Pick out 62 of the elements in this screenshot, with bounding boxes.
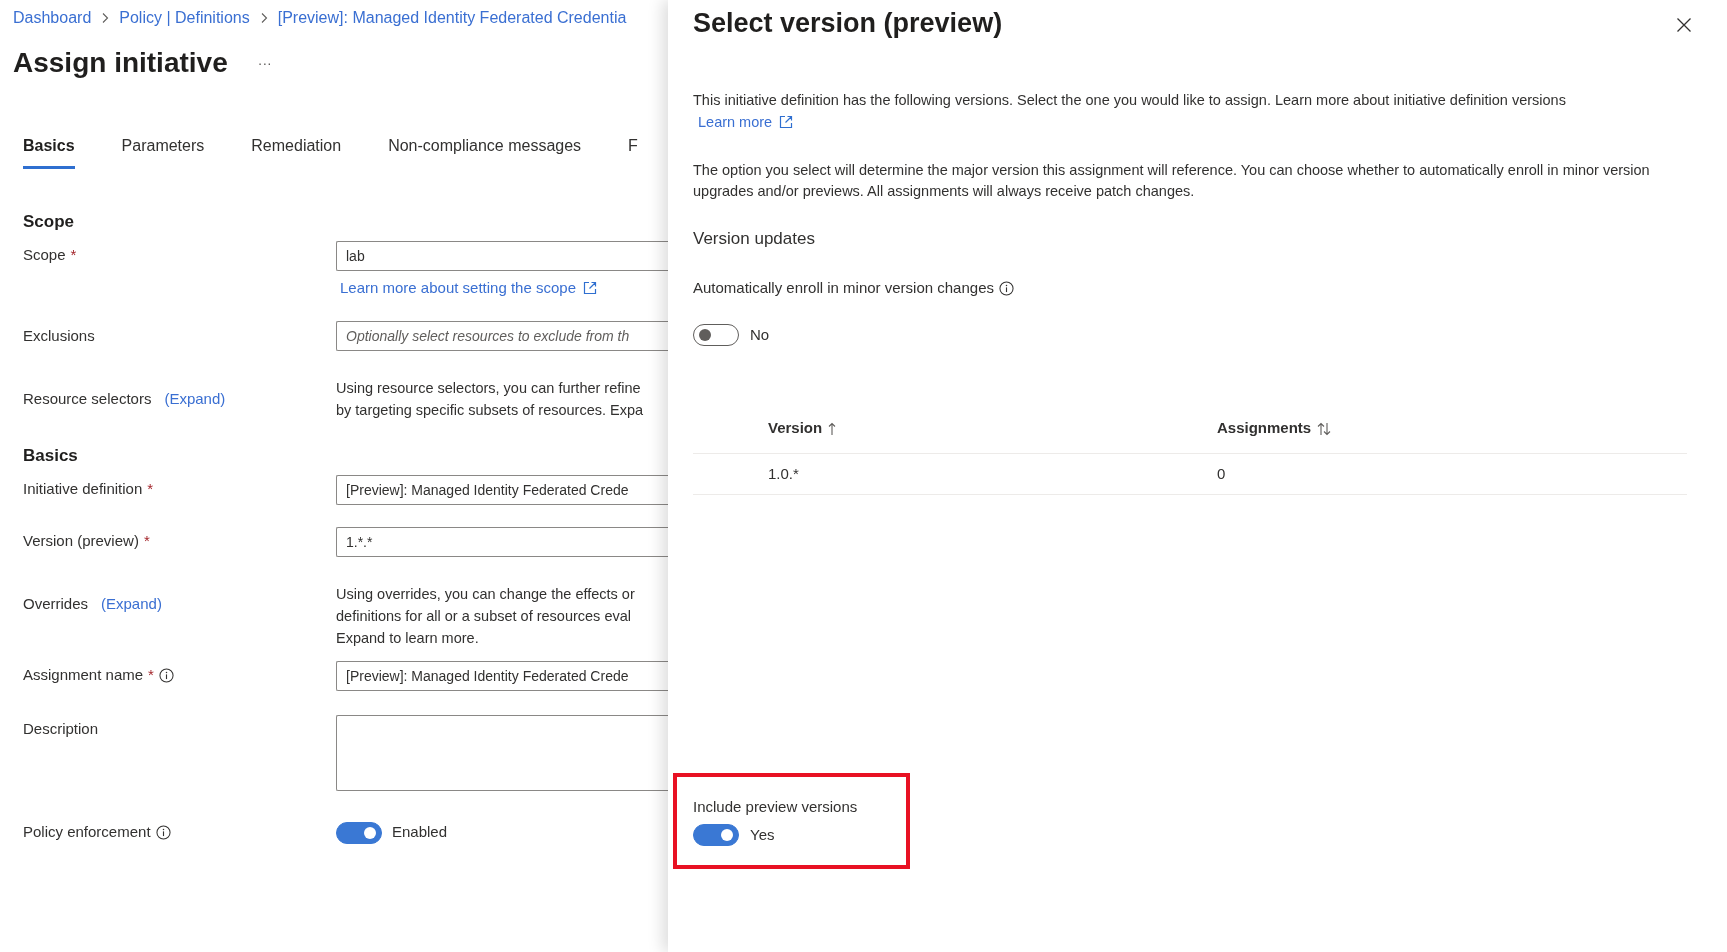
required-mark: * xyxy=(148,665,154,686)
section-heading: Basics xyxy=(22,445,79,467)
input-field[interactable]: [Preview]: Managed Identity Federated Crede xyxy=(336,474,668,505)
toggle-label: Enabled xyxy=(392,822,448,843)
toggle-label: Automatically enroll in minor version changes xyxy=(693,278,994,298)
chevron-icon xyxy=(100,12,111,24)
toggle-state: Yes xyxy=(750,824,775,845)
tab[interactable]: F xyxy=(628,134,638,169)
field-label: Description xyxy=(23,719,99,740)
section-heading: Scope xyxy=(22,211,76,233)
info-icon[interactable] xyxy=(158,668,174,683)
learn-more-link[interactable]: Learn more xyxy=(698,110,794,133)
tab[interactable]: Parameters xyxy=(121,134,205,169)
toggle-switch[interactable] xyxy=(693,323,739,346)
input-field[interactable]: [Preview]: Managed Identity Federated Crede xyxy=(336,660,668,691)
close-icon[interactable] xyxy=(1676,17,1692,33)
breadcrumb-link[interactable]: Dashboard xyxy=(13,6,92,30)
expand-link[interactable]: (Expand) xyxy=(164,387,226,411)
external-link-icon xyxy=(779,114,794,129)
toggle-state: No xyxy=(750,324,770,345)
breadcrumb-link[interactable]: Policy | Definitions xyxy=(119,6,250,30)
external-link-icon xyxy=(583,280,597,295)
field-label: Policy enforcement xyxy=(23,822,151,843)
toggle-switch[interactable] xyxy=(693,823,739,846)
toggle-label: Include preview versions xyxy=(693,797,859,817)
description-text: Using resource selectors, you can further refine by targeting specific subsets of resources. Expa xyxy=(336,379,645,420)
tab[interactable]: Basics xyxy=(23,134,75,169)
required-mark: * xyxy=(147,479,154,500)
field-label: Initiative definition xyxy=(23,479,143,500)
more-button[interactable]: ··· xyxy=(257,52,272,74)
info-icon[interactable] xyxy=(155,825,171,840)
page-title: Assign initiative xyxy=(13,46,228,80)
sort-icon xyxy=(1317,421,1332,436)
table-cell: 1.0.* xyxy=(768,465,799,482)
field-label: Exclusions xyxy=(23,325,95,346)
field-label: Assignment name xyxy=(23,665,144,686)
table-cell: 0 xyxy=(1217,465,1226,482)
input-field[interactable]: lab xyxy=(336,240,668,271)
field-label: Version (preview) xyxy=(23,531,139,552)
tab[interactable]: Remediation xyxy=(251,134,342,169)
column-header[interactable]: Assignments xyxy=(1217,417,1312,440)
field-label: Overrides xyxy=(23,594,89,615)
learn-more-link[interactable]: Learn more about setting the scope xyxy=(340,276,597,299)
description-field[interactable] xyxy=(336,714,668,791)
required-mark: * xyxy=(143,531,150,552)
tab[interactable]: Non-compliance messages xyxy=(388,134,582,169)
field-label: Resource selectors xyxy=(23,388,152,409)
sort-up-icon xyxy=(828,421,837,436)
input-field[interactable]: 1.*.* xyxy=(336,526,668,557)
input-field[interactable]: Optionally select resources to exclude from th xyxy=(336,321,668,351)
breadcrumb-link[interactable]: [Preview]: Managed Identity Federated Credentia xyxy=(277,6,627,30)
intro-text: This initiative definition has the following versions. Select the one you would like to assign. Learn more about initiative definition versions Learn more xyxy=(693,88,1697,133)
section-heading: Version updates xyxy=(693,227,816,250)
required-mark: * xyxy=(70,245,77,266)
field-label: Scope xyxy=(23,245,66,266)
expand-link[interactable]: (Expand) xyxy=(101,593,162,616)
toggle-switch[interactable] xyxy=(336,821,382,844)
panel-title: Select version (preview) xyxy=(693,7,1003,40)
column-header[interactable]: Version xyxy=(768,417,823,440)
description-text: Using overrides, you can change the effects or definitions for all or a subset of resources eval Expand to learn more. xyxy=(336,584,636,648)
info-icon[interactable] xyxy=(999,280,1014,296)
note-text: The option you select will determine the major version this assignment will reference. You can choose whether to automatically enroll in minor version upgrades and/or previews. All assignments will always receive patch changes. xyxy=(693,160,1651,201)
